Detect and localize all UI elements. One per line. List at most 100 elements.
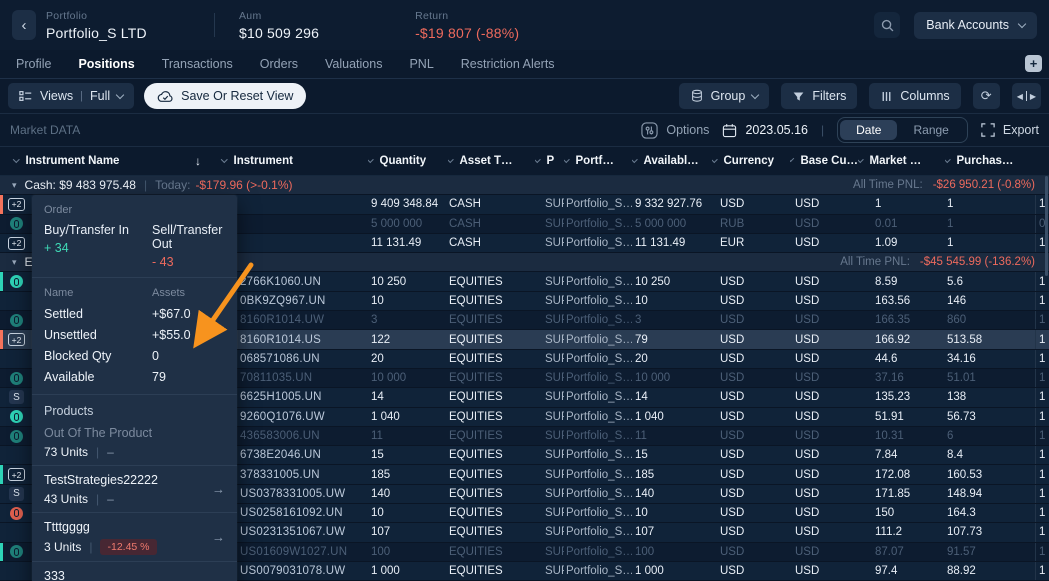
tab-restriction-alerts[interactable]: Restriction Alerts — [461, 57, 555, 71]
portfolio-name: Portfolio_S LTD — [46, 25, 166, 41]
tab-positions[interactable]: Positions — [78, 57, 134, 71]
divider: | — [144, 178, 147, 192]
column-label: Instrument Name — [26, 155, 120, 167]
status-dot-icon — [10, 410, 23, 423]
alert-dot-icon — [10, 507, 23, 520]
toggle-date[interactable]: Date — [840, 120, 897, 140]
divider: | — [96, 445, 99, 459]
column-label: Base Cu… — [800, 155, 858, 167]
refresh-icon: ⟳ — [981, 88, 992, 104]
panel-toggle-button[interactable]: ◀ ▶ — [1012, 83, 1041, 109]
status-dot-icon — [10, 314, 23, 327]
portfolio-app: ‹ Portfolio Portfolio_S LTD Aum $10 509 … — [0, 0, 1049, 581]
status-dot-icon — [10, 545, 23, 558]
product-item[interactable]: 333 3 Units | -12.45 % → — [32, 561, 237, 581]
column-header-market[interactable]: Market … — [858, 147, 945, 175]
column-header-base-cu[interactable]: Base Cu… — [790, 147, 858, 175]
save-or-reset-view-button[interactable]: Save Or Reset View — [144, 83, 306, 109]
back-button[interactable]: ‹ — [12, 10, 36, 40]
chevron-down-icon — [535, 156, 540, 162]
product-item[interactable]: TestStrategies22222 43 Units | – → — [32, 465, 237, 512]
column-label: Currency — [724, 155, 775, 167]
export-button[interactable]: Export — [981, 123, 1039, 137]
filters-button[interactable]: Filters — [781, 83, 857, 109]
divider: | — [80, 90, 83, 102]
return-value: -$19 807 (-88%) — [415, 25, 519, 41]
product-value: – — [107, 445, 114, 459]
order-title: Order — [44, 204, 225, 216]
vertical-scrollbar[interactable] — [1045, 176, 1048, 276]
column-label: Asset T… — [460, 155, 513, 167]
return-stat: Return -$19 807 (-88%) — [415, 10, 519, 41]
export-expand-icon — [981, 123, 995, 137]
column-header-purchas[interactable]: Purchas… — [945, 147, 1035, 175]
refresh-button[interactable]: ⟳ — [973, 83, 1000, 109]
column-label: Quantity — [380, 155, 427, 167]
chevron-down-icon — [632, 156, 637, 162]
aum-stat: Aum $10 509 296 — [239, 10, 319, 41]
divider: | — [89, 540, 92, 554]
date-range-toggle: Date Range — [837, 117, 968, 143]
settled-label: Settled — [44, 307, 144, 321]
available-value: 79 — [152, 370, 225, 384]
columns-button[interactable]: Columns — [869, 83, 960, 109]
chevron-down-icon — [1018, 19, 1026, 27]
chevron-down-icon — [116, 90, 124, 98]
group-row[interactable]: ▾Cash: $9 483 975.48|Today:-$179.96 (>-0… — [0, 176, 1049, 195]
sort-descending-icon: ↓ — [195, 154, 215, 168]
product-item[interactable]: Ttttgggg 3 Units | -12.45 % → — [32, 512, 237, 561]
options-button[interactable]: Options — [641, 122, 709, 139]
search-button[interactable] — [874, 12, 900, 38]
position-details-popover: Order Buy/Transfer In + 34 Sell/Transfer… — [32, 195, 237, 581]
strategy-badge: S — [9, 487, 24, 501]
tab-pnl[interactable]: PNL — [409, 57, 433, 71]
all-time-pnl-label: All Time PNL: — [840, 256, 910, 268]
date-picker[interactable]: 2023.05.16 — [722, 123, 808, 138]
product-name: 333 — [44, 569, 225, 581]
bank-accounts-label: Bank Accounts — [926, 18, 1009, 32]
export-label: Export — [1003, 123, 1039, 137]
group-button[interactable]: Group — [679, 83, 770, 109]
sell-transfer-out-label: Sell/Transfer Out — [152, 223, 225, 251]
column-header-instrument[interactable]: Instrument — [215, 147, 368, 175]
column-header-instrument-name[interactable]: Instrument Name ↓ — [0, 147, 215, 175]
column-header-p[interactable]: P — [535, 147, 564, 175]
toggle-range[interactable]: Range — [897, 120, 964, 140]
tab-orders[interactable]: Orders — [260, 57, 298, 71]
views-value: Full — [90, 89, 110, 103]
status-dot-icon — [10, 372, 23, 385]
group-stack-icon — [690, 89, 704, 103]
column-header-asset-t[interactable]: Asset T… — [448, 147, 535, 175]
portfolio-stat: Portfolio Portfolio_S LTD — [46, 10, 166, 41]
arrow-right-icon: → — [212, 482, 225, 497]
tab-profile[interactable]: Profile — [16, 57, 51, 71]
tab-transactions[interactable]: Transactions — [162, 57, 233, 71]
chevron-down-icon — [564, 156, 569, 162]
tab-valuations[interactable]: Valuations — [325, 57, 382, 71]
column-label: Purchas… — [957, 155, 1014, 167]
view-toolbar: Views | Full Save Or Reset View Group Fi… — [0, 79, 1049, 113]
column-header-availabl[interactable]: Availabl… — [632, 147, 712, 175]
product-units: 73 Units — [44, 445, 88, 459]
add-tab-button[interactable]: + — [1025, 55, 1042, 72]
cloud-check-icon — [157, 90, 174, 103]
column-header-portf[interactable]: Portf… — [564, 147, 632, 175]
row-accent-bar — [0, 330, 3, 348]
calendar-icon — [722, 123, 737, 138]
chevron-down-icon — [858, 156, 863, 162]
sell-transfer-out-value: - 43 — [152, 255, 225, 269]
divider — [214, 13, 215, 37]
all-time-pnl-label: All Time PNL: — [853, 179, 923, 191]
views-selector[interactable]: Views | Full — [8, 83, 134, 109]
chevron-down-icon — [13, 156, 19, 162]
all-time-pnl-value: -$26 950.21 (-0.8%) — [933, 179, 1035, 191]
blocked-qty-value: 0 — [152, 349, 225, 363]
today-label: Today: — [155, 178, 190, 192]
arrow-right-icon: → — [212, 530, 225, 545]
divider: | — [96, 492, 99, 506]
top-bar: ‹ Portfolio Portfolio_S LTD Aum $10 509 … — [0, 0, 1049, 50]
column-header-currency[interactable]: Currency — [712, 147, 790, 175]
product-name: TestStrategies22222 — [44, 473, 225, 487]
bank-accounts-selector[interactable]: Bank Accounts — [914, 12, 1037, 39]
column-header-quantity[interactable]: Quantity — [368, 147, 448, 175]
